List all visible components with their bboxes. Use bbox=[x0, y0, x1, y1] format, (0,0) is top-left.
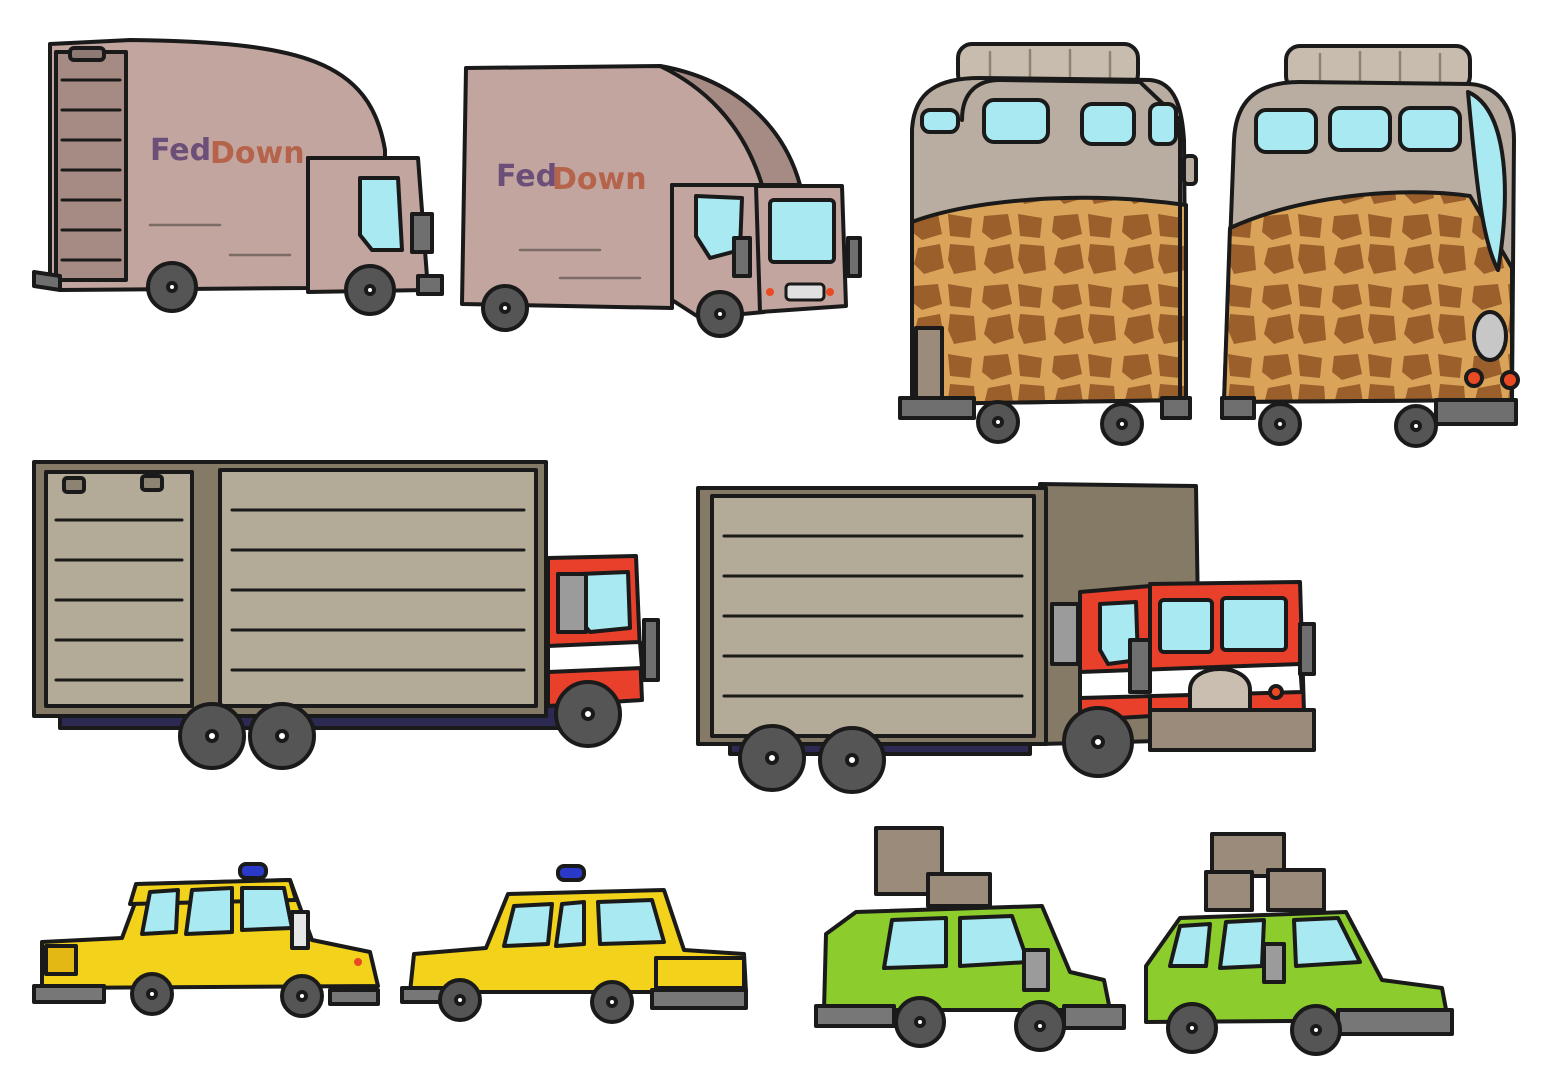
logo-down-text: Down bbox=[210, 136, 305, 171]
logo-fed-text: Fed bbox=[150, 133, 211, 168]
delivery-van-side: Fed Down bbox=[32, 38, 444, 316]
green-car-angled bbox=[1144, 832, 1454, 1056]
taxi-side bbox=[32, 862, 380, 1018]
taxi-angled bbox=[400, 864, 748, 1024]
box-truck-angled bbox=[696, 482, 1316, 794]
vehicle-sheet: Fed Down Fed Down bbox=[32, 38, 1520, 1056]
giraffe-bus-angled bbox=[1220, 44, 1520, 448]
logo-down-text: Down bbox=[552, 162, 647, 197]
green-car-side bbox=[814, 826, 1126, 1052]
giraffe-bus-side bbox=[898, 42, 1198, 446]
delivery-van-angled: Fed Down bbox=[460, 64, 862, 338]
box-truck-side bbox=[32, 460, 660, 770]
logo-fed-text: Fed bbox=[496, 159, 557, 194]
